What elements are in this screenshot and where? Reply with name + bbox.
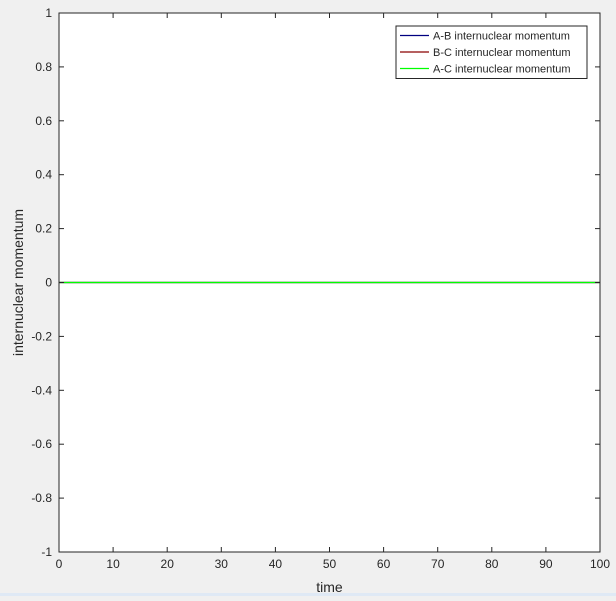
x-tick-label: 0 [56, 557, 63, 571]
x-tick-label: 20 [161, 557, 175, 571]
x-tick-label: 30 [215, 557, 229, 571]
y-tick-label: -0.2 [31, 329, 52, 343]
y-axis-label: internuclear momentum [10, 209, 26, 356]
y-tick-label: 0 [45, 276, 52, 290]
y-tick-label: 0.8 [35, 60, 52, 74]
legend-entry: A-C internuclear momentum [433, 64, 571, 76]
x-tick-label: 70 [431, 557, 445, 571]
y-tick-label: -0.6 [31, 437, 52, 451]
x-tick-label: 40 [269, 557, 283, 571]
y-tick-label: 0.4 [35, 168, 52, 182]
x-tick-label: 80 [485, 557, 499, 571]
y-tick-label: 0.2 [35, 222, 52, 236]
x-tick-label: 100 [590, 557, 610, 571]
figure-window: 0 10 20 30 40 50 60 70 80 90 100 -1 -0.8 -0.6 -0.4 -0.2… [0, 0, 616, 596]
legend-entry: B-C internuclear momentum [433, 47, 571, 59]
x-tick-label: 50 [323, 557, 337, 571]
y-tick-label: -0.8 [31, 491, 52, 505]
x-tick-label: 60 [377, 557, 391, 571]
y-tick-label: 0.6 [35, 114, 52, 128]
legend-entry: A-B internuclear momentum [433, 31, 570, 43]
y-tick-label: -0.4 [31, 383, 52, 397]
legend: A-B internuclear momentum B-C internuclea… [395, 25, 588, 79]
x-tick-label: 10 [106, 557, 120, 571]
line-chart: 0 10 20 30 40 50 60 70 80 90 100-1-0.8-0.6-0.4-0.2… [10, 6, 610, 595]
x-tick-label: 90 [539, 557, 553, 571]
y-tick-label: -1 [41, 545, 52, 559]
y-tick-label: 1 [45, 6, 52, 20]
